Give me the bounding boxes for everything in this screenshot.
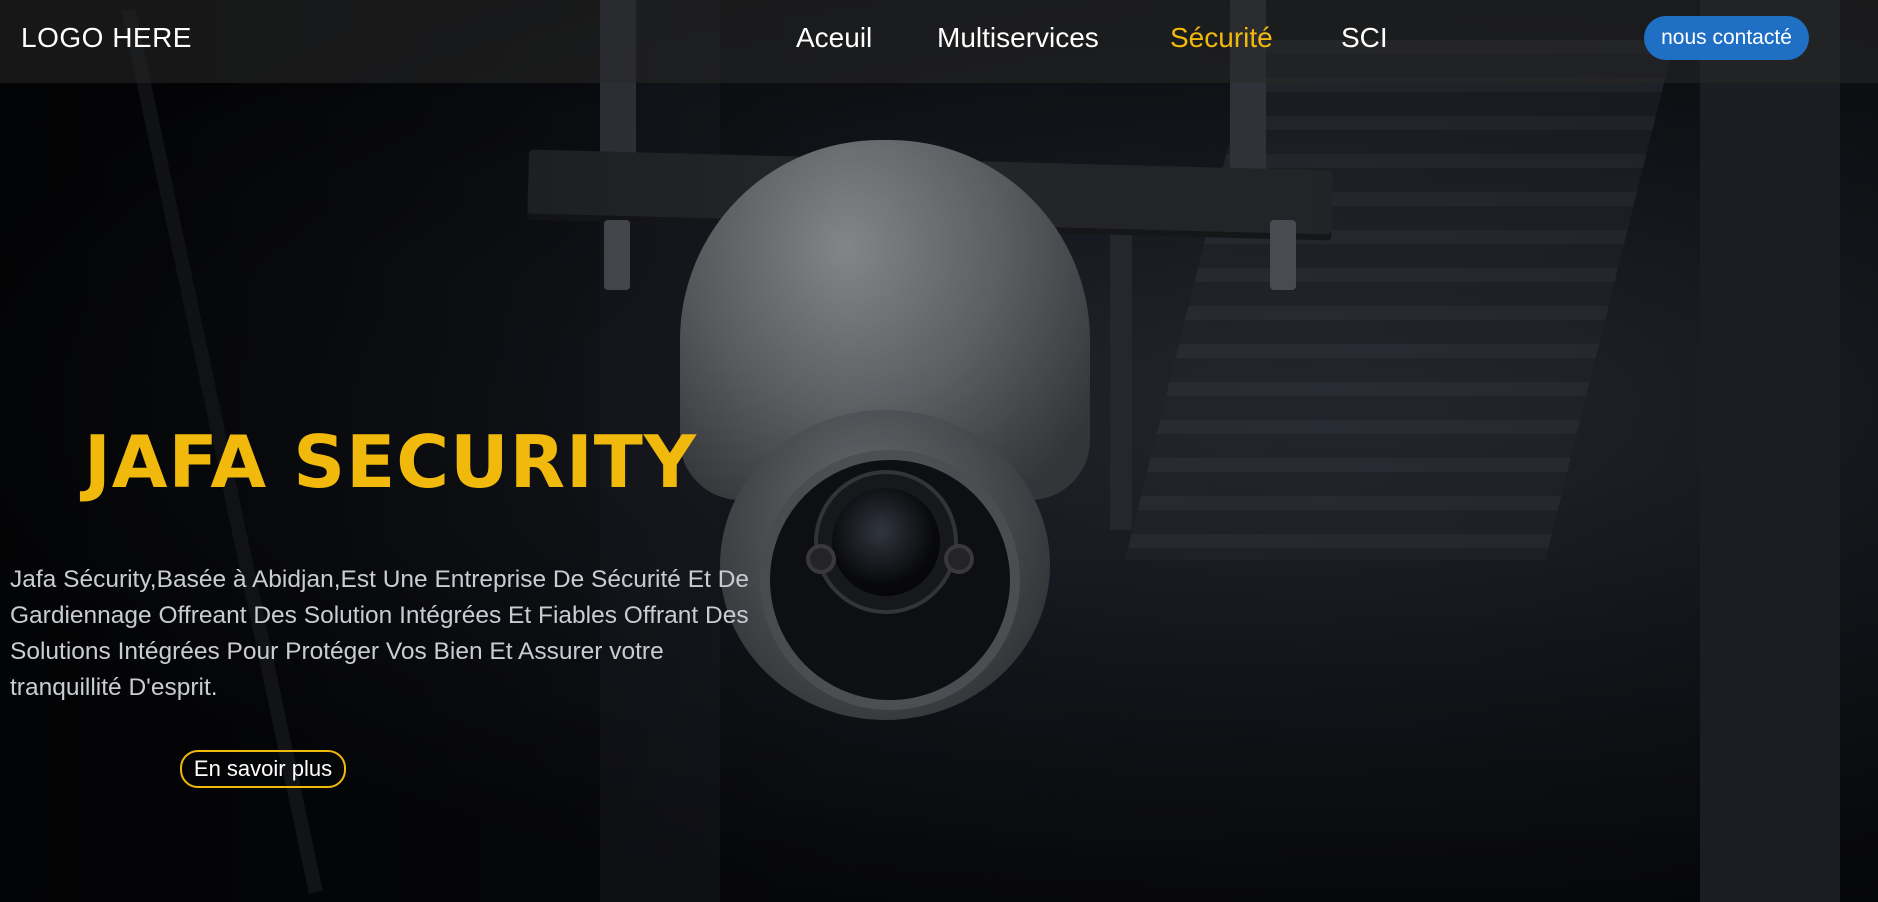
hero-title: JAFA SECURITY (84, 420, 698, 504)
nav-item-multiservices[interactable]: Multiservices (937, 22, 1099, 54)
contact-button[interactable]: nous contacté (1644, 16, 1809, 60)
nav-item-securite[interactable]: Sécurité (1170, 22, 1273, 54)
hero-description: Jafa Sécurity,Basée à Abidjan,Est Une En… (10, 566, 750, 701)
learn-more-button[interactable]: En savoir plus (180, 750, 346, 788)
nav-item-accueil[interactable]: Aceuil (796, 22, 872, 54)
logo[interactable]: LOGO HERE (21, 22, 192, 54)
top-navbar: LOGO HERE Aceuil Multiservices Sécurité … (0, 0, 1878, 83)
nav-item-sci[interactable]: SCI (1341, 22, 1388, 54)
